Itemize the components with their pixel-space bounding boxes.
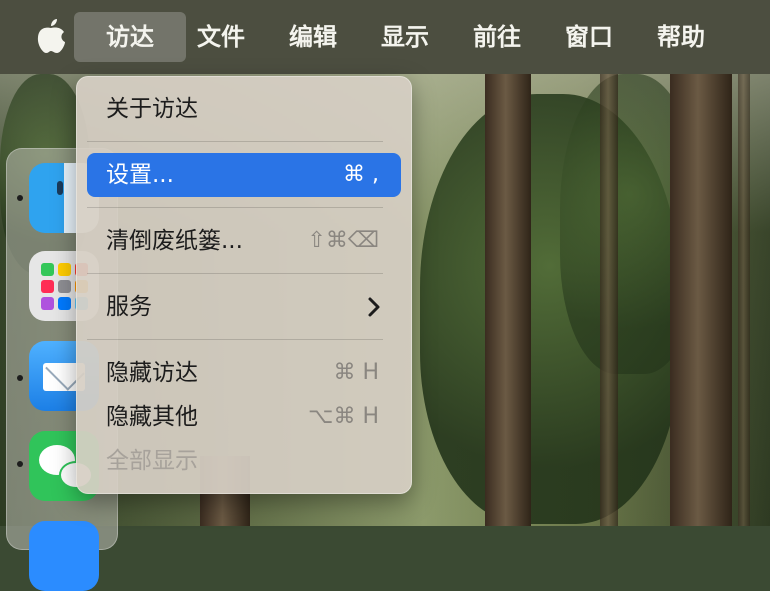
- menu-separator: [87, 273, 383, 274]
- hide-others-item[interactable]: 隐藏其他 ⌥⌘ H: [87, 395, 401, 439]
- menu-window[interactable]: 窗口: [558, 12, 620, 62]
- menu-separator: [87, 207, 383, 208]
- menu-separator: [87, 141, 383, 142]
- settings-shortcut: ⌘ ,: [343, 162, 379, 187]
- hide-finder-label: 隐藏访达: [106, 360, 198, 386]
- running-indicator: [17, 195, 23, 201]
- menu-separator: [87, 339, 383, 340]
- menu-go[interactable]: 前往: [466, 12, 528, 62]
- apple-logo-icon[interactable]: [34, 17, 68, 55]
- empty-trash-item[interactable]: 清倒废纸篓... ⇧⌘⌫: [87, 219, 401, 263]
- menu-edit[interactable]: 编辑: [282, 12, 344, 62]
- dock-app-partial[interactable]: [29, 521, 99, 591]
- menu-help[interactable]: 帮助: [650, 12, 712, 62]
- settings-item[interactable]: 设置... ⌘ ,: [87, 153, 401, 197]
- running-indicator: [17, 375, 23, 381]
- show-all-item: 全部显示: [87, 439, 401, 483]
- hide-others-shortcut: ⌥⌘ H: [308, 404, 379, 429]
- hide-finder-item[interactable]: 隐藏访达 ⌘ H: [87, 351, 401, 395]
- running-indicator: [17, 461, 23, 467]
- menu-bar: 访达 文件 编辑 显示 前往 窗口 帮助: [0, 0, 770, 74]
- finder-menu-dropdown: 关于访达 设置... ⌘ , 清倒废纸篓... ⇧⌘⌫ 服务 隐藏访达 ⌘ H …: [76, 76, 412, 494]
- hide-others-label: 隐藏其他: [106, 404, 198, 430]
- about-finder-label: 关于访达: [106, 96, 198, 122]
- show-all-label: 全部显示: [106, 448, 198, 474]
- services-item[interactable]: 服务: [87, 285, 401, 329]
- menu-finder[interactable]: 访达: [74, 12, 186, 62]
- menu-file[interactable]: 文件: [190, 12, 252, 62]
- services-label: 服务: [106, 294, 152, 320]
- hide-finder-shortcut: ⌘ H: [333, 360, 379, 385]
- empty-trash-label: 清倒废纸篓...: [106, 228, 243, 254]
- settings-label: 设置...: [106, 162, 174, 188]
- about-finder-item[interactable]: 关于访达: [87, 87, 401, 131]
- menu-view[interactable]: 显示: [374, 12, 436, 62]
- chevron-right-icon: [367, 285, 381, 343]
- empty-trash-shortcut: ⇧⌘⌫: [307, 228, 379, 253]
